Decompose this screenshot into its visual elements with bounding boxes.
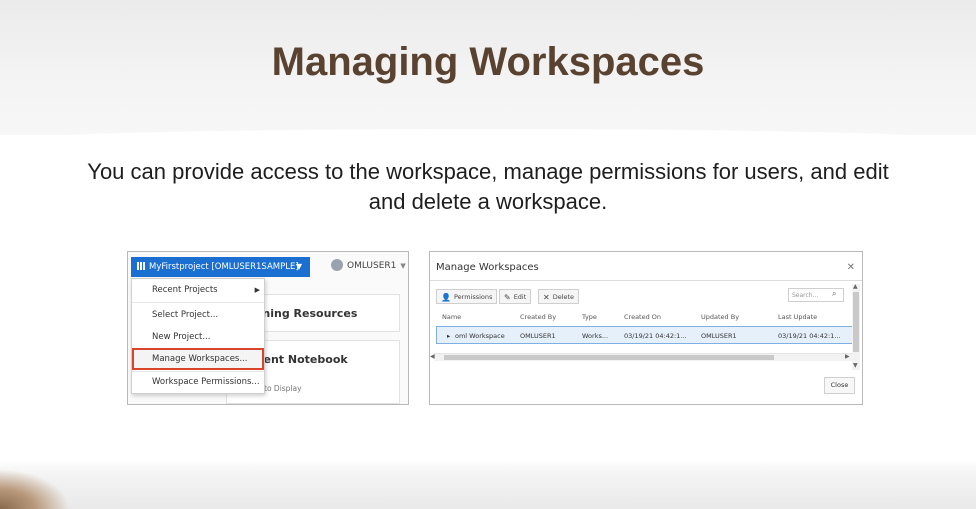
horizontal-scrollbar[interactable] [434, 353, 854, 361]
menu-item-recent-projects[interactable]: Recent Projects ▶ [132, 280, 264, 300]
delete-button[interactable]: ✕ Delete [538, 289, 580, 304]
edit-button[interactable]: ✎ Edit [499, 289, 532, 304]
scroll-left-icon[interactable]: ◀ [430, 353, 435, 360]
menu-item-label: Manage Workspaces... [152, 354, 248, 364]
column-header[interactable]: Created By [520, 313, 556, 321]
table-cell: OMLUSER1 [701, 332, 737, 340]
dialog-title: Manage Workspaces [436, 262, 539, 273]
scroll-down-icon[interactable]: ▼ [853, 362, 858, 369]
grid-icon [137, 262, 145, 270]
column-header[interactable]: Name [442, 313, 461, 321]
project-dropdown-menu: Recent Projects ▶ Select Project... New … [131, 278, 265, 394]
button-label: Edit [513, 293, 527, 301]
avatar-icon [331, 259, 343, 271]
x-icon: ✕ [543, 293, 550, 302]
permissions-button[interactable]: 👤 Permissions [436, 289, 498, 304]
column-header[interactable]: Created On [624, 313, 661, 321]
caret-down-icon: ▼ [295, 262, 302, 271]
project-selector-label: MyFirstproject [OMLUSER1SAMPLE] [149, 262, 299, 272]
close-icon[interactable]: ✕ [847, 262, 855, 273]
menu-item-label: Workspace Permissions... [152, 377, 260, 387]
pencil-icon: ✎ [504, 293, 511, 302]
dialog-divider [430, 280, 862, 281]
menu-item-workspace-permissions[interactable]: Workspace Permissions... [132, 372, 264, 392]
button-label: Delete [552, 293, 575, 301]
footer-background [0, 459, 976, 509]
search-icon[interactable]: ⌕ [832, 289, 836, 299]
menu-item-manage-workspaces[interactable]: Manage Workspaces... [132, 348, 264, 370]
scrollbar-thumb[interactable] [444, 355, 774, 360]
card-title: rning Resources [257, 307, 358, 320]
username: OMLUSER1 [347, 261, 397, 271]
user-menu[interactable]: OMLUSER1 ▼ [331, 259, 406, 271]
card-title: cent Notebook [257, 353, 348, 366]
project-menu-screenshot: MyFirstproject [OMLUSER1SAMPLE] ▼ OMLUSE… [127, 251, 409, 405]
close-button[interactable]: Close [824, 377, 855, 394]
button-label: Permissions [453, 293, 493, 301]
vertical-scrollbar[interactable] [852, 284, 860, 370]
table-cell: Works... [582, 332, 609, 340]
table-cell: oml Workspace [455, 332, 505, 340]
menu-item-select-project[interactable]: Select Project... [132, 305, 264, 325]
person-icon: 👤 [441, 293, 451, 302]
scroll-up-icon[interactable]: ▲ [853, 283, 858, 290]
menu-divider [132, 302, 264, 303]
column-header[interactable]: Type [582, 313, 597, 321]
scroll-right-icon[interactable]: ▶ [845, 353, 850, 360]
chevron-right-icon: ▶ [254, 286, 260, 294]
slide-subtitle: You can provide access to the workspace,… [87, 159, 889, 214]
menu-item-label: Select Project... [152, 310, 219, 320]
corner-decoration [0, 469, 70, 509]
column-header[interactable]: Updated By [701, 313, 739, 321]
slide-title: Managing Workspaces [271, 40, 705, 84]
manage-workspaces-dialog: Manage Workspaces ✕ 👤 Permissions ✎ Edit ✕… [429, 251, 863, 405]
scrollbar-thumb[interactable] [853, 292, 859, 352]
table-cell: 03/19/21 04:42:1... [624, 332, 687, 340]
project-selector-button[interactable]: MyFirstproject [OMLUSER1SAMPLE] ▼ [131, 257, 310, 277]
menu-item-label: Recent Projects [152, 285, 218, 295]
column-header[interactable]: Last Update [778, 313, 817, 321]
caret-down-icon: ▼ [400, 262, 406, 270]
table-cell: 03/19/21 04:42:1... [778, 332, 841, 340]
menu-item-new-project[interactable]: New Project... [132, 327, 264, 347]
expand-triangle-icon[interactable]: ▸ [447, 332, 450, 340]
table-cell: OMLUSER1 [520, 332, 556, 340]
menu-item-label: New Project... [152, 332, 211, 342]
card-empty-text: to Display [264, 384, 302, 393]
